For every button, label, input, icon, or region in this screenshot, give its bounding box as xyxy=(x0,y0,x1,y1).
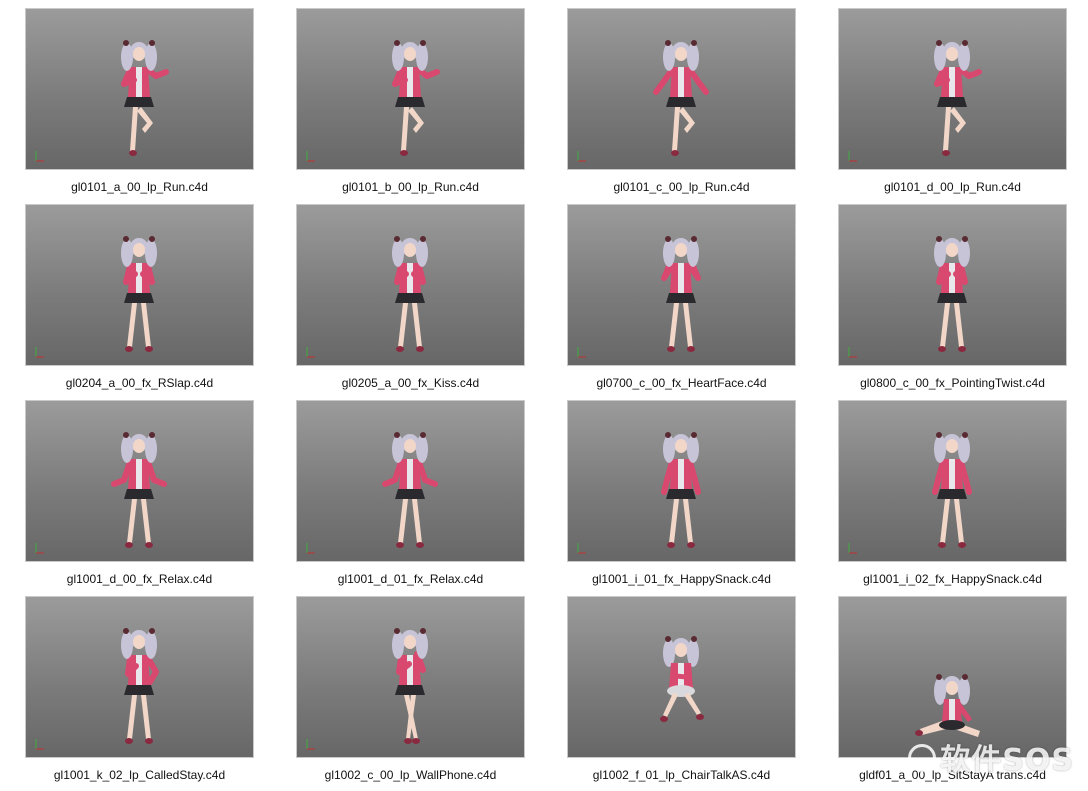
file-thumbnail[interactable] xyxy=(838,400,1067,562)
file-thumbnail-grid: gl0101_a_00_lp_Run.c4d gl0101_b_00_lp_Ru… xyxy=(0,0,1088,791)
character-render xyxy=(35,40,169,162)
character-render xyxy=(35,236,157,358)
file-item[interactable]: gl0205_a_00_fx_Kiss.c4d xyxy=(296,204,525,394)
file-thumbnail[interactable] xyxy=(838,596,1067,758)
file-name-label[interactable]: gl1001_d_00_fx_Relax.c4d xyxy=(19,572,260,586)
file-thumbnail[interactable] xyxy=(296,204,525,366)
character-render xyxy=(306,236,428,358)
file-thumbnail[interactable] xyxy=(25,204,254,366)
file-name-label[interactable]: gl1001_i_01_fx_HappySnack.c4d xyxy=(561,572,802,586)
file-name-label[interactable]: gl0101_d_00_lp_Run.c4d xyxy=(832,180,1073,194)
file-name-label[interactable]: gl0205_a_00_fx_Kiss.c4d xyxy=(290,376,531,390)
file-item[interactable]: gl1001_i_01_fx_HappySnack.c4d xyxy=(567,400,796,590)
file-item[interactable]: gl1001_d_00_fx_Relax.c4d xyxy=(25,400,254,590)
watermark-text: 软件SOS xyxy=(940,743,1074,778)
file-name-label[interactable]: gl0101_a_00_lp_Run.c4d xyxy=(19,180,260,194)
file-item[interactable]: gl1001_k_02_lp_CalledStay.c4d xyxy=(25,596,254,786)
character-render xyxy=(848,40,982,162)
file-thumbnail[interactable] xyxy=(25,400,254,562)
file-name-label[interactable]: gl1002_c_00_lp_WallPhone.c4d xyxy=(290,768,531,782)
file-thumbnail[interactable] xyxy=(567,8,796,170)
file-name-label[interactable]: gl0101_b_00_lp_Run.c4d xyxy=(290,180,531,194)
character-render xyxy=(577,40,709,162)
file-thumbnail[interactable] xyxy=(567,400,796,562)
file-name-label[interactable]: gl0700_c_00_fx_HeartFace.c4d xyxy=(561,376,802,390)
file-item[interactable]: gl0101_b_00_lp_Run.c4d xyxy=(296,8,525,198)
file-thumbnail[interactable] xyxy=(567,596,796,758)
watermark-logo-icon xyxy=(908,744,937,772)
file-thumbnail[interactable] xyxy=(296,596,525,758)
character-render xyxy=(660,636,704,722)
character-render xyxy=(306,628,428,750)
character-render xyxy=(577,432,701,554)
file-item[interactable]: gl1002_c_00_lp_WallPhone.c4d xyxy=(296,596,525,786)
watermark: 软件SOS xyxy=(908,735,1074,779)
character-render xyxy=(35,628,159,750)
character-render xyxy=(306,40,440,162)
file-thumbnail[interactable] xyxy=(296,400,525,562)
file-thumbnail[interactable] xyxy=(25,8,254,170)
character-render xyxy=(915,674,980,737)
file-item[interactable]: gl0101_a_00_lp_Run.c4d xyxy=(25,8,254,198)
file-item[interactable]: gl1001_i_02_fx_HappySnack.c4d xyxy=(838,400,1067,590)
character-render xyxy=(577,236,701,358)
character-render xyxy=(306,432,438,554)
file-item[interactable]: gl0204_a_00_fx_RSlap.c4d xyxy=(25,204,254,394)
file-name-label[interactable]: gl1002_f_01_lp_ChairTalkAS.c4d xyxy=(561,768,802,782)
file-thumbnail[interactable] xyxy=(296,8,525,170)
file-thumbnail[interactable] xyxy=(567,204,796,366)
file-item[interactable]: gl1001_d_01_fx_Relax.c4d xyxy=(296,400,525,590)
file-name-label[interactable]: gl0800_c_00_fx_PointingTwist.c4d xyxy=(832,376,1073,390)
file-item[interactable]: gl0800_c_00_fx_PointingTwist.c4d xyxy=(838,204,1067,394)
character-render xyxy=(848,432,972,554)
file-name-label[interactable]: gl0101_c_00_lp_Run.c4d xyxy=(561,180,802,194)
file-item[interactable]: gl0101_d_00_lp_Run.c4d xyxy=(838,8,1067,198)
file-item[interactable]: gl0700_c_00_fx_HeartFace.c4d xyxy=(567,204,796,394)
character-render xyxy=(848,236,970,358)
file-item[interactable]: gl1002_f_01_lp_ChairTalkAS.c4d xyxy=(567,596,796,786)
file-name-label[interactable]: gl1001_i_02_fx_HappySnack.c4d xyxy=(832,572,1073,586)
character-render xyxy=(35,432,167,554)
file-thumbnail[interactable] xyxy=(25,596,254,758)
file-item[interactable]: gl0101_c_00_lp_Run.c4d xyxy=(567,8,796,198)
file-name-label[interactable]: gl1001_d_01_fx_Relax.c4d xyxy=(290,572,531,586)
file-name-label[interactable]: gl0204_a_00_fx_RSlap.c4d xyxy=(19,376,260,390)
file-name-label[interactable]: gl1001_k_02_lp_CalledStay.c4d xyxy=(19,768,260,782)
file-thumbnail[interactable] xyxy=(838,204,1067,366)
file-thumbnail[interactable] xyxy=(838,8,1067,170)
